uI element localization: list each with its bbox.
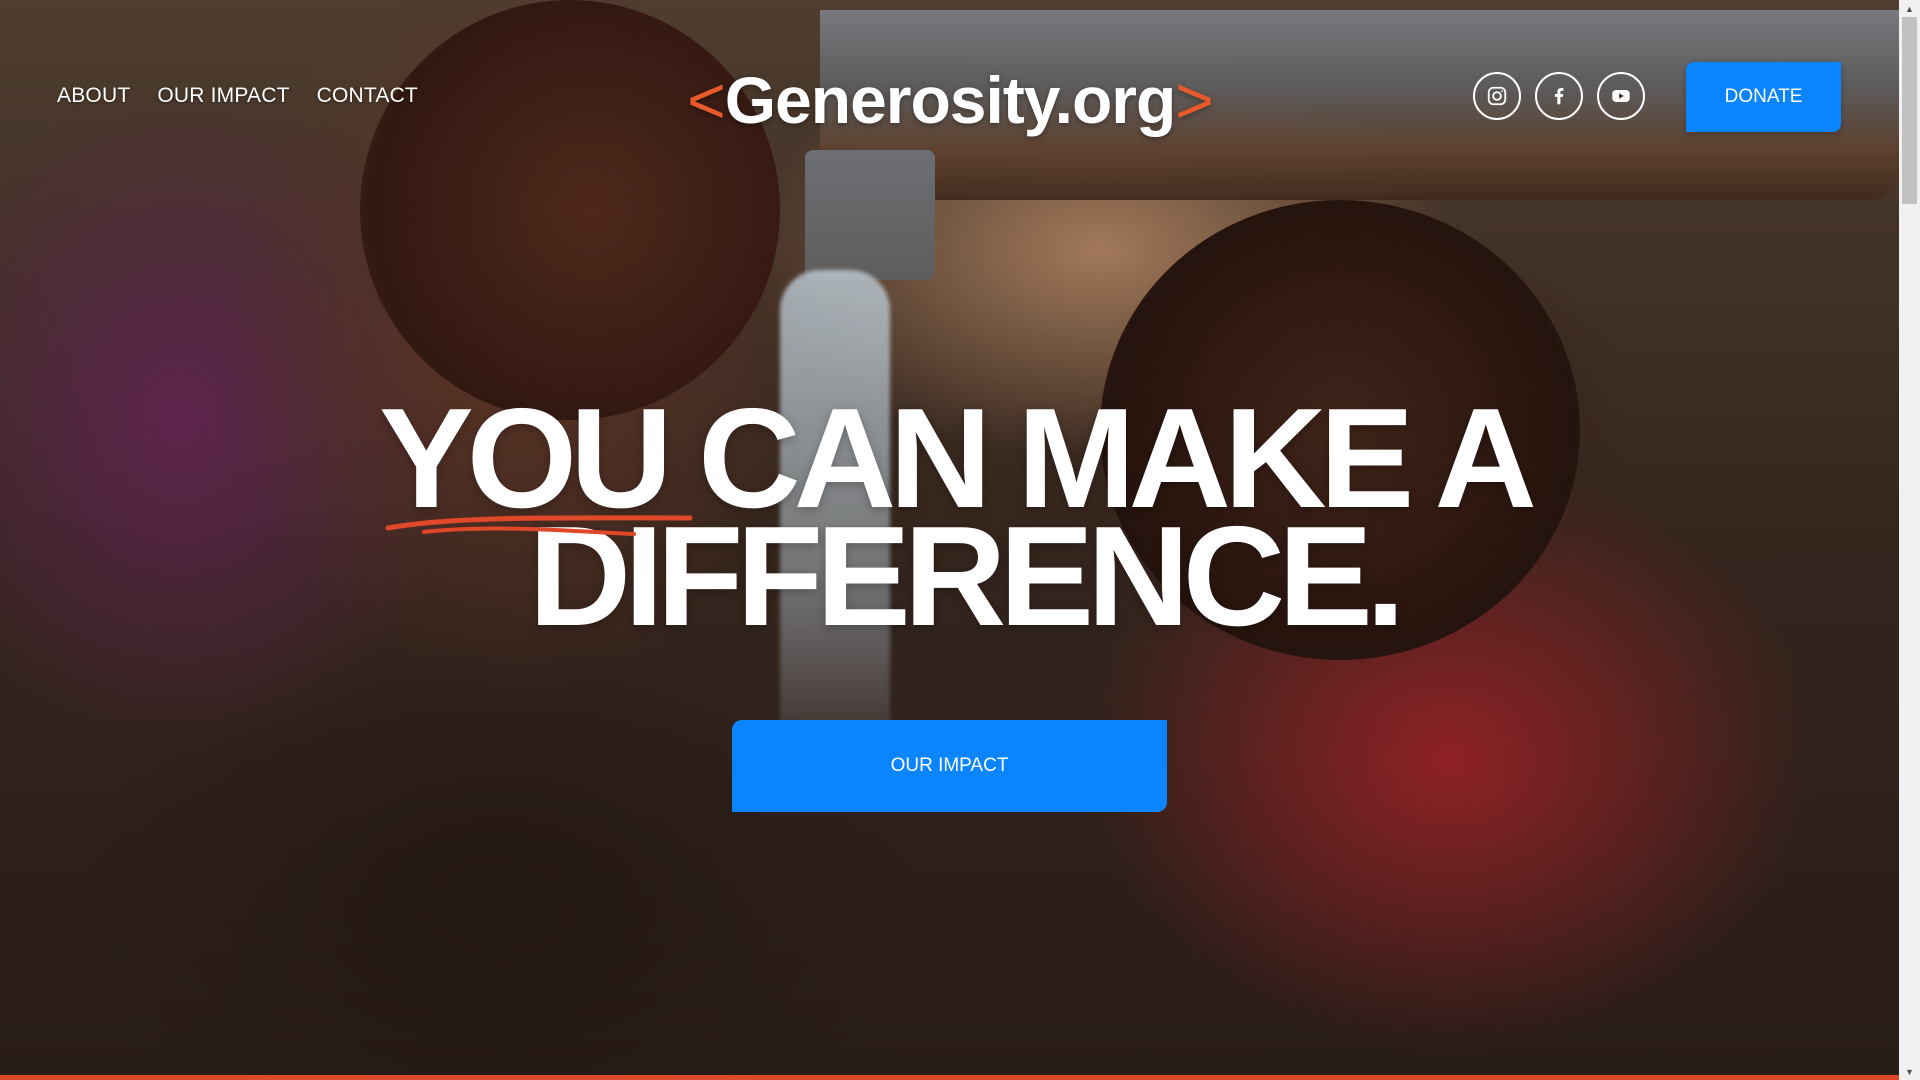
youtube-icon [1612,90,1630,102]
instagram-icon [1487,86,1507,106]
hero-headline: YOU CAN MAKE A DIFFERENCE. [0,388,1899,656]
nav-item-about[interactable]: ABOUT [57,84,130,108]
scroll-up-arrow-icon[interactable]: ▲ [1899,0,1920,17]
page: ABOUT OUR IMPACT CONTACT <Generosity.org… [0,0,1920,1080]
donate-button[interactable]: DONATE [1686,62,1841,132]
logo-close-bracket: > [1175,63,1214,137]
facebook-button[interactable] [1535,72,1583,120]
bottom-accent-bar [0,1075,1899,1080]
youtube-button[interactable] [1597,72,1645,120]
hero-headline-line2: DIFFERENCE. [528,497,1406,656]
site-logo[interactable]: <Generosity.org> [684,60,1216,140]
facebook-icon [1554,88,1564,105]
logo-open-bracket: < [687,63,726,137]
main-nav: ABOUT OUR IMPACT CONTACT [57,84,418,108]
scroll-down-arrow-icon[interactable]: ▼ [1899,1063,1920,1080]
scrollbar-thumb[interactable] [1902,17,1917,204]
our-impact-cta-button[interactable]: OUR IMPACT [732,720,1167,812]
nav-item-contact[interactable]: CONTACT [317,84,418,108]
nav-item-our-impact[interactable]: OUR IMPACT [157,84,289,108]
vertical-scrollbar[interactable]: ▲ ▼ [1899,0,1920,1080]
logo-text: Generosity.org [724,63,1177,137]
underline-swoosh-decoration [385,515,693,536]
social-links [1473,72,1645,120]
instagram-button[interactable] [1473,72,1521,120]
